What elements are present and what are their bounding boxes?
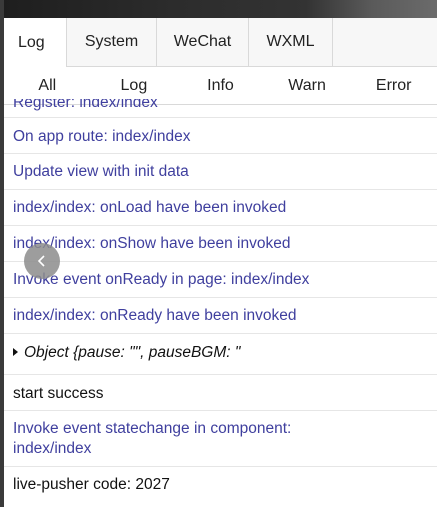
- console-panel: Log System WeChat WXML All Log Info Warn…: [4, 18, 437, 507]
- background-app-strip: [0, 0, 437, 18]
- log-text: On app route: index/index: [13, 128, 191, 145]
- log-entry: Register: index/index: [4, 99, 437, 118]
- tab-log[interactable]: Log: [4, 18, 67, 67]
- log-text: Register: index/index: [13, 99, 158, 111]
- tab-system[interactable]: System: [67, 18, 157, 66]
- object-preview-text: Object {pause: "", pauseBGM: ": [24, 344, 241, 361]
- log-entry: index/index: onShow have been invoked: [4, 226, 437, 262]
- log-entry: start success: [4, 375, 437, 411]
- log-entry: index/index: onLoad have been invoked: [4, 190, 437, 226]
- log-entry: Invoke event statechange in component: i…: [4, 411, 437, 467]
- log-text: index/index: onShow have been invoked: [13, 235, 291, 252]
- console-main-tabs: Log System WeChat WXML: [4, 18, 437, 67]
- tab-wechat[interactable]: WeChat: [157, 18, 249, 66]
- floating-back-button[interactable]: [24, 243, 60, 279]
- log-entry: Invoke event onReady in page: index/inde…: [4, 262, 437, 298]
- log-text: Invoke event onReady in page: index/inde…: [13, 271, 310, 288]
- chevron-left-icon: [37, 255, 45, 267]
- log-text: Invoke event statechange in component:: [13, 420, 292, 437]
- log-text: Update view with init data: [13, 163, 189, 180]
- object-log-entry[interactable]: Object {pause: "", pauseBGM: ": [4, 334, 437, 375]
- log-text: index/index: onLoad have been invoked: [13, 199, 287, 216]
- log-entry: On app route: index/index: [4, 118, 437, 154]
- log-entry: Update view with init data: [4, 154, 437, 190]
- log-entry: index/index: onReady have been invoked: [4, 298, 437, 334]
- log-text-continued: index/index: [13, 440, 92, 457]
- caret-right-icon[interactable]: [13, 347, 18, 356]
- log-text: index/index: onReady have been invoked: [13, 307, 297, 324]
- log-entry: live-pusher code: 2027: [4, 467, 437, 503]
- log-text: start success: [13, 385, 104, 402]
- log-text: live-pusher code: 2027: [13, 476, 170, 493]
- tab-wxml[interactable]: WXML: [249, 18, 333, 66]
